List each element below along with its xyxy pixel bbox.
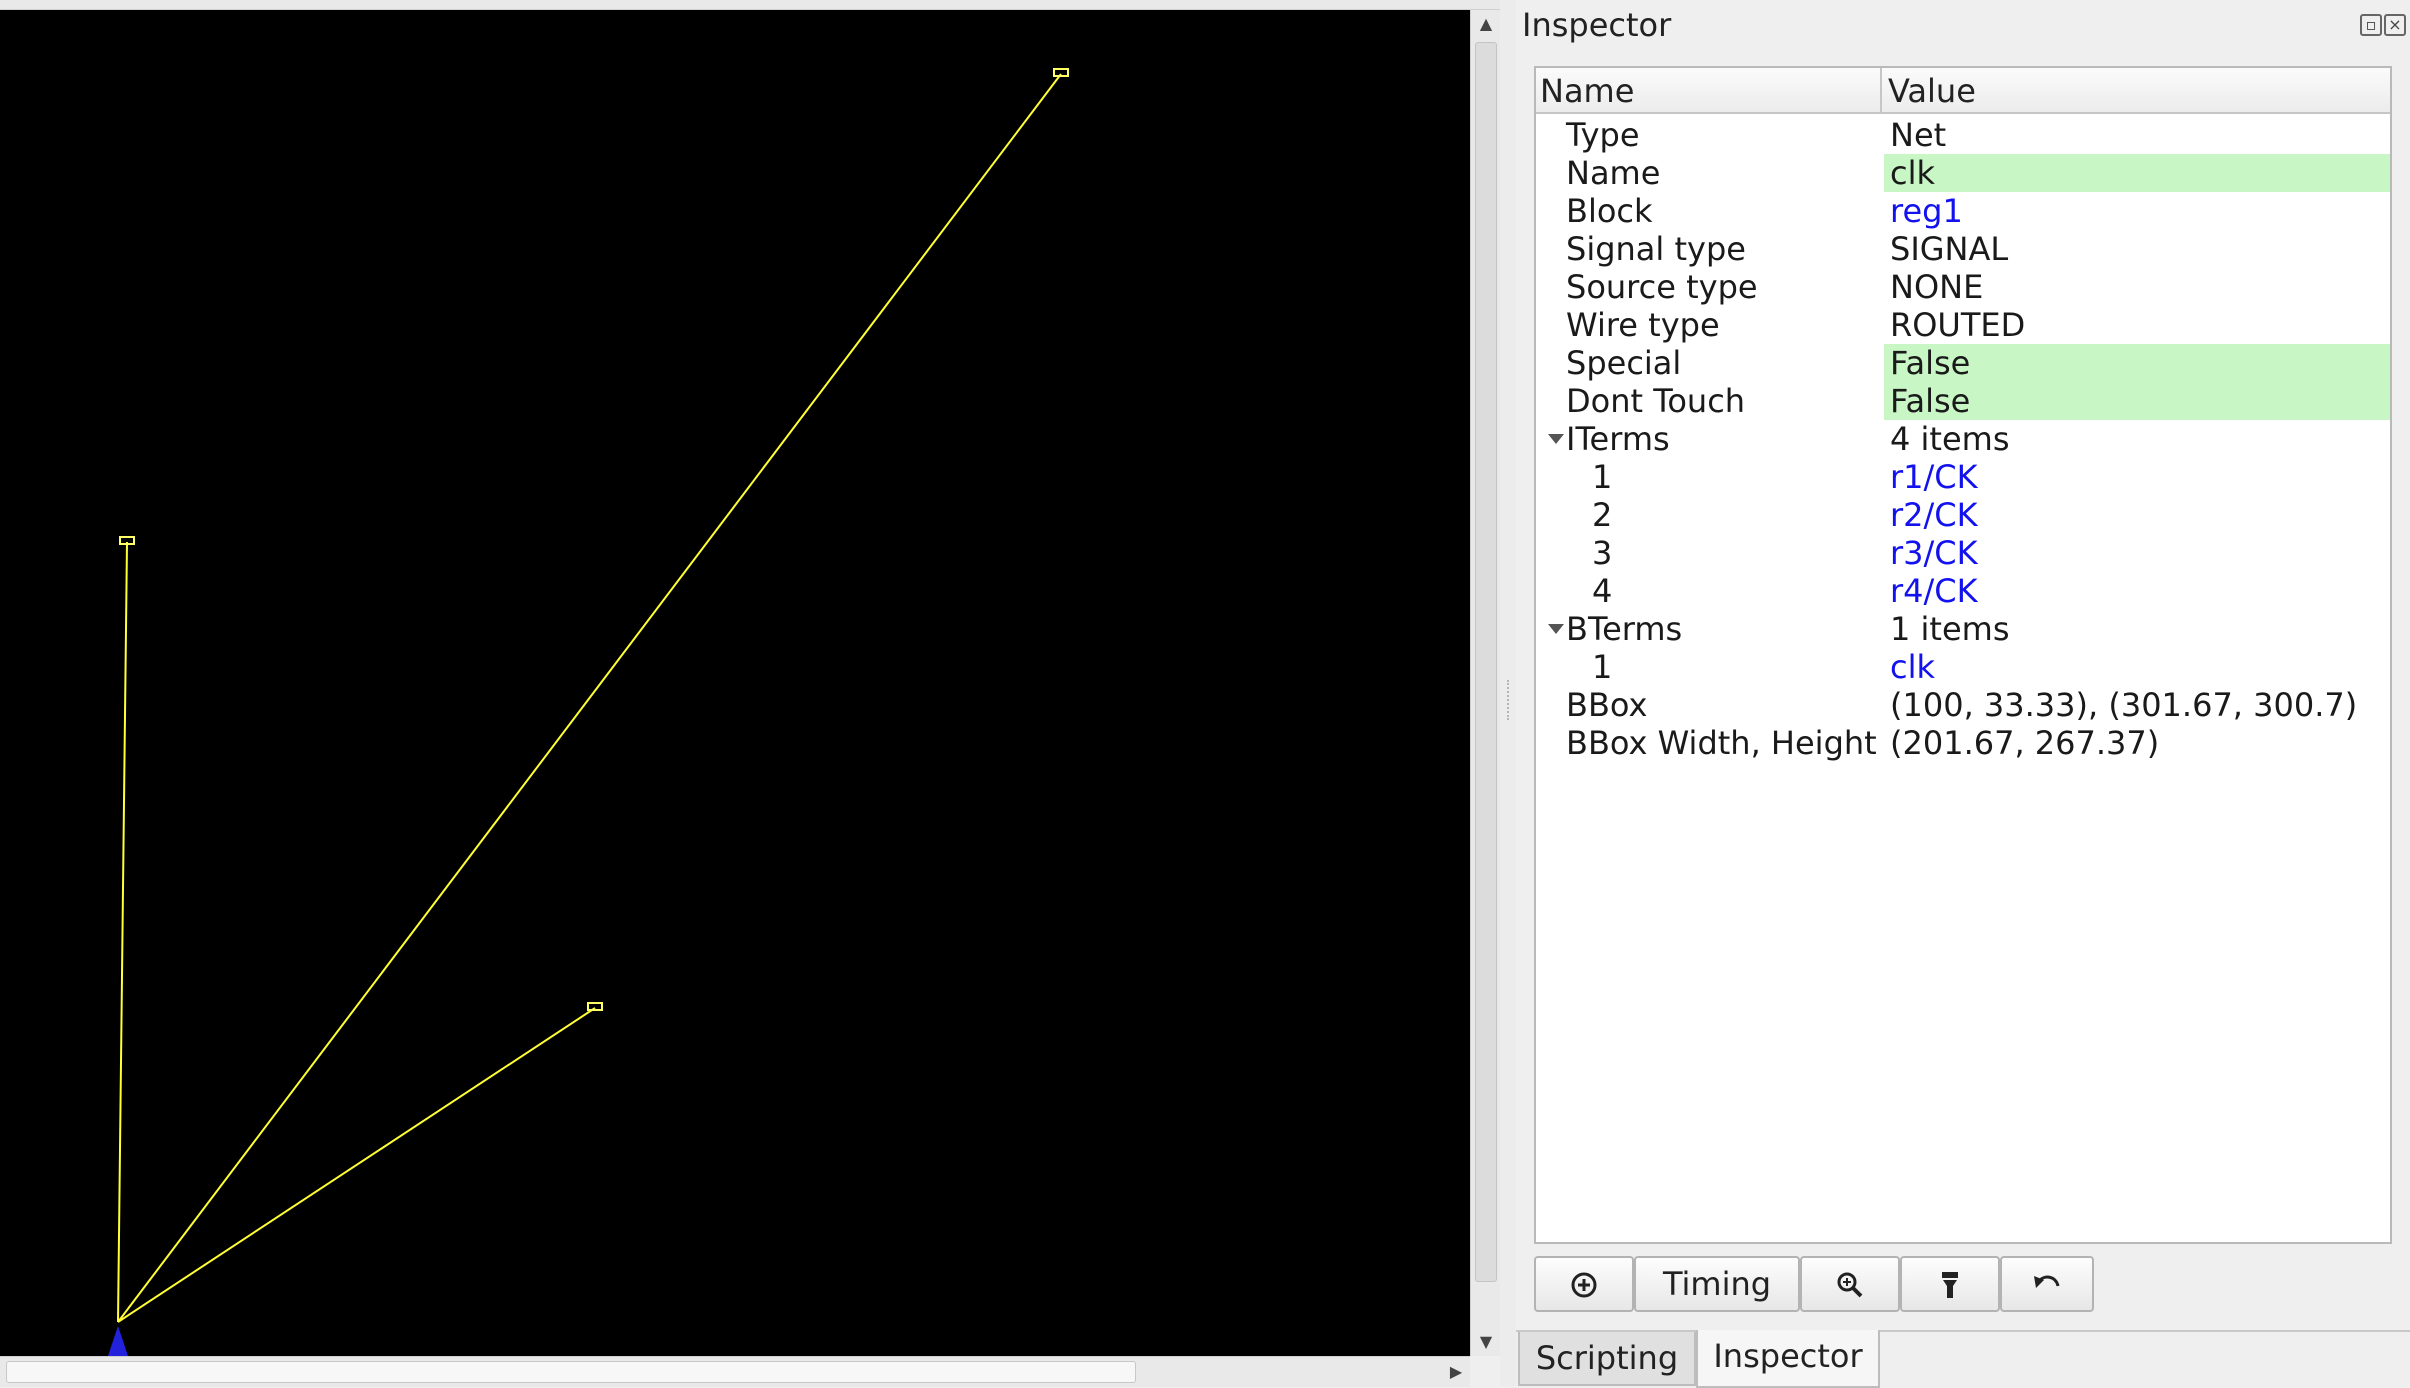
float-dock-icon[interactable]: ▫ [2360,14,2382,36]
property-value: 1 items [1890,610,2010,648]
property-value-link[interactable]: r3/CK [1884,534,2390,572]
property-name: 2 [1592,496,1613,534]
canvas-horizontal-scrollbar[interactable]: ▶ [0,1356,1470,1387]
property-name: BTerms [1566,610,1683,648]
tree-row[interactable]: Dont Touch False [1536,382,2390,420]
property-name: Wire type [1566,306,1720,344]
property-name: Dont Touch [1566,382,1746,420]
property-name: Name [1566,154,1661,192]
tree-header: Name Value [1536,68,2390,114]
tree-row[interactable]: BBox (100, 33.33), (301.67, 300.7) [1536,686,2390,724]
tree-row[interactable]: 2 r2/CK [1536,496,2390,534]
property-name: Type [1566,116,1640,154]
inspector-toolbar: Timing [1534,1256,2392,1312]
property-value-link[interactable]: clk [1884,648,2390,686]
canvas-vertical-scrollbar[interactable]: ▲ ▼ [1470,10,1501,1356]
tree-row[interactable]: ITerms 4 items [1536,420,2390,458]
property-value[interactable]: False [1884,382,2390,420]
property-name: Signal type [1566,230,1746,268]
property-value: ROUTED [1890,306,2026,344]
horizontal-scroll-thumb[interactable] [6,1361,1136,1383]
tree-row[interactable]: Special False [1536,344,2390,382]
property-value-link[interactable]: r2/CK [1884,496,2390,534]
focus-button[interactable] [1534,1256,1634,1312]
flashlight-icon [1942,1272,1958,1298]
bterm-pin-clk [108,1326,128,1356]
splitter-grip [1507,680,1511,720]
zoom-to-button[interactable] [1800,1256,1900,1312]
property-value: Net [1890,116,1947,154]
scroll-right-icon[interactable]: ▶ [1442,1357,1470,1387]
property-value-link[interactable]: reg1 [1884,192,2390,230]
property-name: Block [1566,192,1653,230]
property-name: ITerms [1566,420,1670,458]
property-value-link[interactable]: r1/CK [1884,458,2390,496]
property-name: BBox [1566,686,1648,724]
inspector-dock: Inspector ▫ × Name Value Type Net Name clk B… [1516,0,2410,1388]
tree-row[interactable]: Wire type ROUTED [1536,306,2390,344]
property-value: (201.67, 267.37) [1890,724,2160,762]
property-value-link[interactable]: r4/CK [1884,572,2390,610]
column-separator[interactable] [1880,68,1882,112]
undo-icon [2034,1275,2060,1288]
property-value[interactable]: clk [1884,154,2390,192]
expand-arrow-icon[interactable] [1548,624,1564,634]
net-wire-3 [117,1007,596,1323]
timing-button[interactable]: Timing [1634,1256,1800,1312]
tree-row[interactable]: 1 clk [1536,648,2390,686]
top-border [0,0,1500,10]
dock-splitter[interactable] [1500,0,1516,1386]
property-name: Source type [1566,268,1758,306]
tree-row[interactable]: Source type NONE [1536,268,2390,306]
tab-scripting[interactable]: Scripting [1518,1332,1696,1386]
property-name: 1 [1592,458,1613,496]
property-name: BBox Width, Height [1566,724,1877,762]
highlight-button[interactable] [1900,1256,2000,1312]
net-wire-1 [117,541,128,1323]
property-name: 4 [1592,572,1613,610]
property-value: (100, 33.33), (301.67, 300.7) [1890,686,2358,724]
net-wire-2 [117,73,1062,1323]
property-name: 3 [1592,534,1613,572]
scroll-down-icon[interactable]: ▼ [1471,1328,1501,1356]
tree-row[interactable]: BBox Width, Height (201.67, 267.37) [1536,724,2390,762]
zoom-in-icon [1837,1272,1863,1298]
net-drawing [108,68,1069,1356]
tree-row[interactable]: Signal type SIGNAL [1536,230,2390,268]
property-value: NONE [1890,268,1984,306]
expand-arrow-icon[interactable] [1548,434,1564,444]
column-header-name[interactable]: Name [1540,72,1634,110]
dock-title: Inspector [1522,6,1672,44]
vertical-scroll-thumb[interactable] [1475,42,1497,1282]
tab-inspector[interactable]: Inspector [1696,1330,1880,1388]
tree-row[interactable]: Name clk [1536,154,2390,192]
property-value: SIGNAL [1890,230,2009,268]
tree-row[interactable]: BTerms 1 items [1536,610,2390,648]
tree-row[interactable]: 4 r4/CK [1536,572,2390,610]
add-focus-icon [1571,1272,1597,1298]
tree-row[interactable]: 1 r1/CK [1536,458,2390,496]
property-value[interactable]: False [1884,344,2390,382]
property-value: 4 items [1890,420,2010,458]
close-dock-icon[interactable]: × [2384,14,2406,36]
dock-tabs: Scripting Inspector [1516,1330,2410,1388]
inspector-tree[interactable]: Name Value Type Net Name clk Block reg1 Signal… [1534,66,2392,1244]
property-name: Special [1566,344,1682,382]
column-header-value[interactable]: Value [1888,72,1976,110]
layout-canvas[interactable] [0,10,1470,1356]
scroll-up-icon[interactable]: ▲ [1471,10,1501,38]
tree-row[interactable]: Type Net [1536,116,2390,154]
tree-row[interactable]: 3 r3/CK [1536,534,2390,572]
back-button[interactable] [2000,1256,2094,1312]
property-name: 1 [1592,648,1613,686]
tree-row[interactable]: Block reg1 [1536,192,2390,230]
